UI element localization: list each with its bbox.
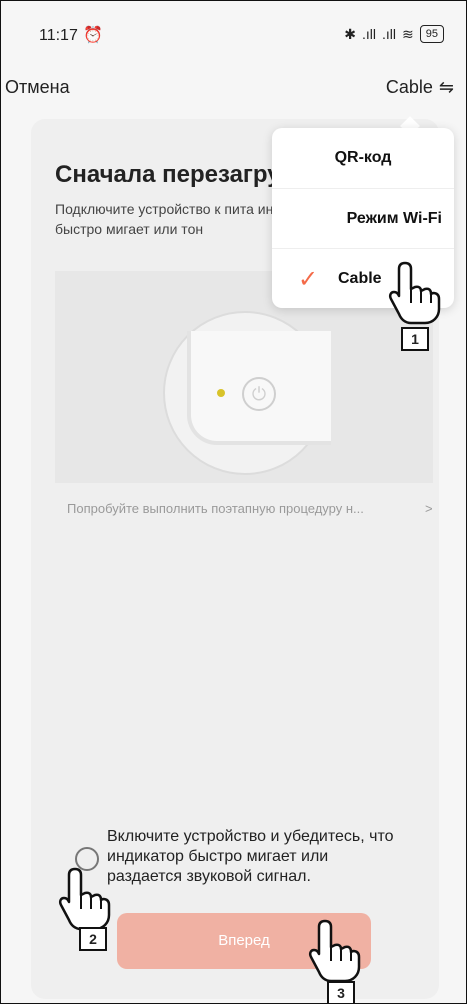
menu-item-label: Режим Wi-Fi <box>346 209 442 227</box>
menu-item-label: Cable <box>338 270 382 287</box>
signal-icon: .ıll <box>382 26 397 42</box>
hand-pointer-icon <box>388 261 441 325</box>
cancel-button[interactable]: Отмена <box>5 77 70 98</box>
hand-pointer-icon <box>308 919 361 983</box>
annotation-label: 2 <box>79 927 107 951</box>
indicator-light-icon <box>217 389 225 397</box>
alarm-icon: ⏰ <box>83 27 103 44</box>
annotation-label: 1 <box>401 327 429 351</box>
power-icon: ⏻ <box>242 377 276 411</box>
mode-selector[interactable]: Cable ⇋ <box>386 77 454 98</box>
signal-icon: .ıll <box>362 26 377 42</box>
phone-screen: 11:17 ⏰ ✱ .ıll .ıll ≋ 95 Отмена Cable ⇋ … <box>0 0 467 1004</box>
chevron-right-icon: > <box>425 501 433 516</box>
wifi-icon: ≋ <box>402 25 414 42</box>
menu-item-wifi[interactable]: Режим Wi-Fi <box>272 188 454 248</box>
hand-pointer-icon <box>58 867 111 931</box>
troubleshoot-link[interactable]: Попробуйте выполнить поэтапную процедуру… <box>67 501 364 516</box>
menu-item-qr[interactable]: QR-код <box>272 128 454 188</box>
mode-label: Cable <box>385 77 433 97</box>
confirm-label: Включите устройство и убедитесь, что инд… <box>107 828 394 885</box>
status-bar: 11:17 ⏰ ✱ .ıll .ıll ≋ 95 <box>1 1 466 67</box>
check-icon: ✓ <box>298 265 319 293</box>
header: Отмена Cable ⇋ <box>1 71 466 111</box>
status-icons: ✱ .ıll .ıll ≋ 95 <box>344 25 444 43</box>
menu-item-label: QR-код <box>334 149 392 166</box>
clock: 11:17 <box>39 27 78 44</box>
annotation-label: 3 <box>327 981 355 1003</box>
page-title: Сначала перезагруз <box>55 161 293 188</box>
bluetooth-icon: ✱ <box>344 25 357 42</box>
swap-icon: ⇋ <box>438 77 454 97</box>
battery-icon: 95 <box>419 25 444 43</box>
